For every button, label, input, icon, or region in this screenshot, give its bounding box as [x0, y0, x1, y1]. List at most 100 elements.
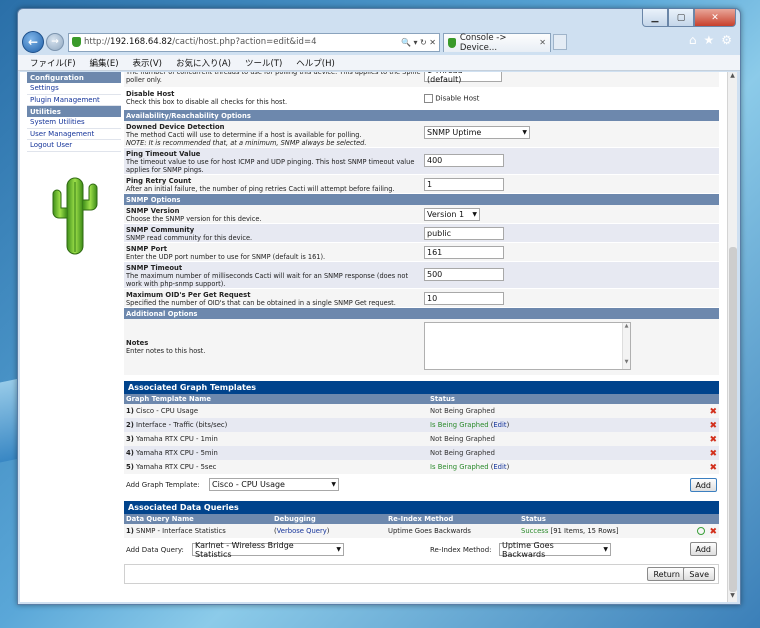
add-data-query-button[interactable]: Add: [689, 542, 717, 556]
address-controls[interactable]: 🔍 ▾ ↻ ✕: [401, 38, 436, 47]
tab-title: Console -> Device...: [459, 32, 507, 53]
add-data-query-select[interactable]: Karlnet - Wireless Bridge Statistics ▼: [192, 541, 344, 559]
sidebar-item-user-management[interactable]: User Management: [27, 129, 121, 140]
graph-templates-column-header: Graph Template Name Status: [124, 394, 719, 404]
maximize-button[interactable]: ▢: [668, 9, 694, 27]
page-viewport: Configuration Settings Plugin Management…: [20, 72, 728, 602]
new-tab-button[interactable]: [553, 34, 567, 50]
delete-icon[interactable]: ✖: [709, 449, 717, 459]
snmp-port-description: Enter the UDP port number to use for SNM…: [126, 253, 326, 261]
graph-status: Is Being Graphed: [430, 463, 489, 471]
device-edit-form: The number of concurrent threads to use …: [124, 72, 719, 584]
scroll-up-arrow-icon[interactable]: ▲: [728, 72, 737, 82]
home-icon[interactable]: ⌂: [689, 33, 697, 47]
scroll-thumb[interactable]: [729, 247, 737, 592]
snmp-community-input[interactable]: [424, 227, 504, 240]
sidebar-item-logout-user[interactable]: Logout User: [27, 140, 121, 152]
graph-status: Not Being Graphed: [430, 435, 495, 443]
snmp-version-title: SNMP Version: [126, 207, 180, 215]
delete-icon[interactable]: ✖: [709, 421, 717, 431]
menu-help[interactable]: ヘルプ(H): [296, 57, 335, 69]
forward-button[interactable]: →: [46, 33, 64, 51]
menu-file[interactable]: ファイル(F): [30, 57, 76, 69]
graph-template-name: Yamaha RTX CPU - 1min: [136, 435, 218, 443]
browser-tab[interactable]: Console -> Device... ✕: [443, 32, 551, 53]
threads-description: The number of concurrent threads to use …: [126, 72, 421, 84]
downed-detection-description: The method Cacti will use to determine i…: [126, 131, 362, 139]
disable-host-label: Disable Host: [435, 94, 480, 103]
close-button[interactable]: ✕: [694, 9, 736, 27]
delete-icon[interactable]: ✖: [709, 407, 717, 417]
add-graph-template-value: Cisco - CPU Usage: [212, 480, 285, 489]
graph-template-name: Cisco - CPU Usage: [136, 407, 199, 415]
reindex-method-label: Re-Index Method:: [430, 546, 492, 554]
notes-textarea[interactable]: ▲ ▼: [424, 322, 631, 370]
data-queries-header: Associated Data Queries: [124, 501, 719, 514]
max-oids-input[interactable]: [424, 292, 504, 305]
sidebar-item-plugin-management[interactable]: Plugin Management: [27, 95, 121, 106]
snmp-community-description: SNMP read community for this device.: [126, 234, 253, 242]
ping-timeout-title: Ping Timeout Value: [126, 150, 201, 158]
url-path: /cacti/host.php?action=edit&id=4: [172, 37, 317, 47]
col-reindex-method: Re-Index Method: [388, 515, 454, 523]
address-bar[interactable]: http://192.168.64.82/cacti/host.php?acti…: [68, 32, 440, 52]
disable-host-checkbox[interactable]: [424, 94, 433, 103]
menu-favorites[interactable]: お気に入り(A): [176, 57, 231, 69]
favorites-star-icon[interactable]: ★: [703, 33, 714, 47]
menu-edit[interactable]: 編集(E): [90, 57, 119, 69]
return-button[interactable]: Return: [647, 567, 686, 581]
navigation-bar: ← → http://192.168.64.82/cacti/host.php?…: [18, 29, 740, 55]
tab-close-icon[interactable]: ✕: [539, 38, 546, 47]
col-graph-template-name: Graph Template Name: [126, 395, 211, 403]
col-graph-status: Status: [430, 395, 455, 403]
menu-tools[interactable]: ツール(T): [245, 57, 282, 69]
reindex-method-select[interactable]: Uptime Goes Backwards ▼: [499, 540, 611, 559]
sidebar-item-settings[interactable]: Settings: [27, 83, 121, 95]
downed-detection-select[interactable]: SNMP Uptime ▼: [424, 126, 530, 139]
add-graph-template-select[interactable]: Cisco - CPU Usage ▼: [209, 478, 339, 491]
delete-icon[interactable]: ✖: [709, 463, 717, 473]
ping-timeout-input[interactable]: [424, 154, 504, 167]
ping-timeout-row: Ping Timeout Value The timeout value to u…: [124, 148, 719, 175]
threads-row: The number of concurrent threads to use …: [124, 72, 719, 88]
table-row: 1) Cisco - CPU Usage Not Being Graphed ✖: [124, 404, 719, 418]
snmp-timeout-input[interactable]: [424, 268, 504, 281]
downed-detection-value: SNMP Uptime: [427, 128, 482, 137]
verbose-query-link[interactable]: Verbose Query: [277, 527, 327, 535]
save-button[interactable]: Save: [683, 567, 715, 581]
minimize-button[interactable]: ▁: [642, 9, 668, 27]
graph-template-name: Interface - Traffic (bits/sec): [136, 421, 228, 429]
tools-gear-icon[interactable]: ⚙: [721, 33, 732, 47]
cacti-logo: [49, 174, 101, 256]
delete-icon[interactable]: ✖: [709, 435, 717, 445]
chevron-down-icon: ▼: [336, 546, 341, 553]
menu-view[interactable]: 表示(V): [133, 57, 162, 69]
col-dq-status: Status: [521, 515, 546, 523]
reindex-method-select-value: Uptime Goes Backwards: [502, 540, 554, 559]
snmp-section-header: SNMP Options: [124, 194, 719, 205]
edit-link[interactable]: Edit: [493, 463, 506, 471]
scroll-down-arrow-icon[interactable]: ▼: [728, 592, 737, 602]
add-data-query-row: Add Data Query: Karlnet - Wireless Bridg…: [124, 538, 719, 560]
ping-retry-input[interactable]: [424, 178, 504, 191]
snmp-port-input[interactable]: [424, 246, 504, 259]
disable-host-description: Check this box to disable all checks for…: [126, 98, 288, 106]
delete-icon[interactable]: ✖: [709, 527, 717, 537]
row-number: 1): [126, 527, 134, 535]
address-url[interactable]: http://192.168.64.82/cacti/host.php?acti…: [84, 37, 401, 47]
back-button[interactable]: ←: [22, 31, 44, 53]
notes-scrollbar[interactable]: ▲ ▼: [622, 323, 630, 369]
reload-query-icon[interactable]: [697, 527, 705, 535]
snmp-version-select[interactable]: Version 1 ▼: [424, 208, 480, 221]
row-number: 4): [126, 449, 134, 457]
add-graph-template-button[interactable]: Add: [689, 478, 717, 492]
console-sidebar: Configuration Settings Plugin Management…: [27, 72, 121, 255]
snmp-version-value: Version 1: [427, 210, 465, 219]
edit-link[interactable]: Edit: [493, 421, 506, 429]
page-scrollbar[interactable]: ▲ ▼: [727, 72, 737, 602]
url-host: 192.168.64.82: [110, 37, 173, 47]
threads-select[interactable]: 1 Thread (default): [424, 72, 502, 84]
col-data-query-name: Data Query Name: [126, 515, 194, 523]
sidebar-item-system-utilities[interactable]: System Utilities: [27, 117, 121, 129]
ping-retry-title: Ping Retry Count: [126, 177, 192, 185]
